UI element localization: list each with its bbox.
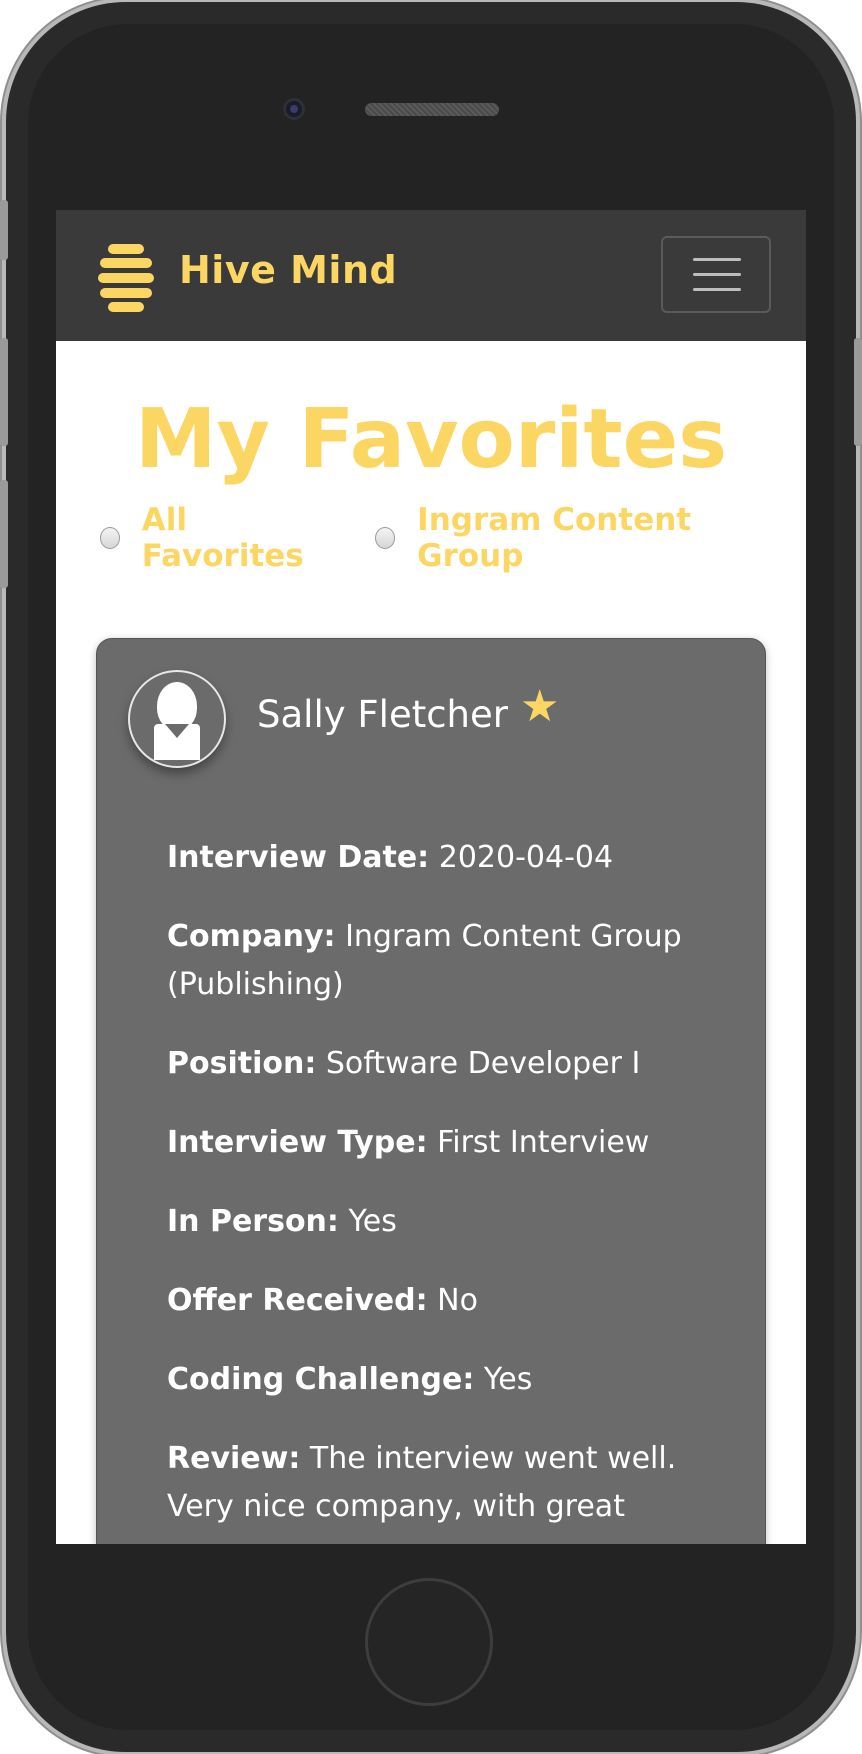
side-button-silent <box>0 200 8 260</box>
detail-value: 2020-04-04 <box>438 840 614 875</box>
side-button-power <box>854 338 862 446</box>
star-icon[interactable]: ★ <box>520 685 559 729</box>
filter-ingram-content-group[interactable]: Ingram Content Group <box>375 502 766 574</box>
detail-interview-type: Interview Type: First Interview <box>167 1119 707 1167</box>
screen: Hive Mind My Favorites All Favorites Ing… <box>56 210 806 1544</box>
navbar: Hive Mind <box>56 210 806 341</box>
hamburger-icon-bar <box>693 273 741 276</box>
hamburger-icon-bar <box>693 288 741 291</box>
radio-button[interactable] <box>100 527 120 549</box>
menu-toggle-button[interactable] <box>661 236 771 313</box>
detail-coding-challenge: Coding Challenge: Yes <box>167 1356 707 1404</box>
filter-label[interactable]: Ingram Content Group <box>417 502 766 574</box>
detail-value: Yes <box>348 1204 397 1239</box>
favorites-filter: All Favorites Ingram Content Group <box>100 502 806 574</box>
speaker-grille <box>365 103 499 116</box>
home-button[interactable] <box>365 1578 493 1706</box>
radio-button[interactable] <box>375 527 396 549</box>
person-name: Sally Fletcher <box>257 693 508 736</box>
detail-label: In Person: <box>167 1204 339 1239</box>
avatar <box>128 670 226 768</box>
filter-label[interactable]: All Favorites <box>142 502 336 574</box>
detail-label: Position: <box>167 1046 317 1081</box>
side-button-volume-up <box>0 338 8 446</box>
detail-company: Company: Ingram Content Group (Publishin… <box>167 913 707 1009</box>
hamburger-icon <box>693 258 741 261</box>
avatar-collar <box>165 724 189 738</box>
detail-interview-date: Interview Date: 2020-04-04 <box>167 834 707 882</box>
detail-in-person: In Person: Yes <box>167 1198 707 1246</box>
avatar-head <box>157 682 197 730</box>
interview-details: Interview Date: 2020-04-04 Company: Ingr… <box>167 834 707 1544</box>
detail-position: Position: Software Developer I <box>167 1040 707 1088</box>
detail-label: Interview Date: <box>167 840 430 875</box>
detail-value: First Interview <box>437 1125 650 1160</box>
detail-offer-received: Offer Received: No <box>167 1277 707 1325</box>
detail-label: Offer Received: <box>167 1283 428 1318</box>
brand-name[interactable]: Hive Mind <box>179 248 397 292</box>
detail-value: No <box>437 1283 478 1318</box>
filter-all-favorites[interactable]: All Favorites <box>100 502 335 574</box>
detail-review: Review: The interview went well. Very ni… <box>167 1435 707 1531</box>
detail-label: Coding Challenge: <box>167 1362 475 1397</box>
detail-value: Software Developer I <box>325 1046 641 1081</box>
detail-label: Interview Type: <box>167 1125 428 1160</box>
side-button-volume-down <box>0 480 8 588</box>
detail-value: Yes <box>483 1362 533 1397</box>
detail-label: Review: <box>167 1441 301 1476</box>
favorite-card: Sally Fletcher ★ Interview Date: 2020-04… <box>96 638 766 1544</box>
camera-icon <box>283 98 305 120</box>
detail-label: Company: <box>167 919 336 954</box>
page-title: My Favorites <box>134 392 728 487</box>
hive-icon[interactable] <box>98 244 154 312</box>
